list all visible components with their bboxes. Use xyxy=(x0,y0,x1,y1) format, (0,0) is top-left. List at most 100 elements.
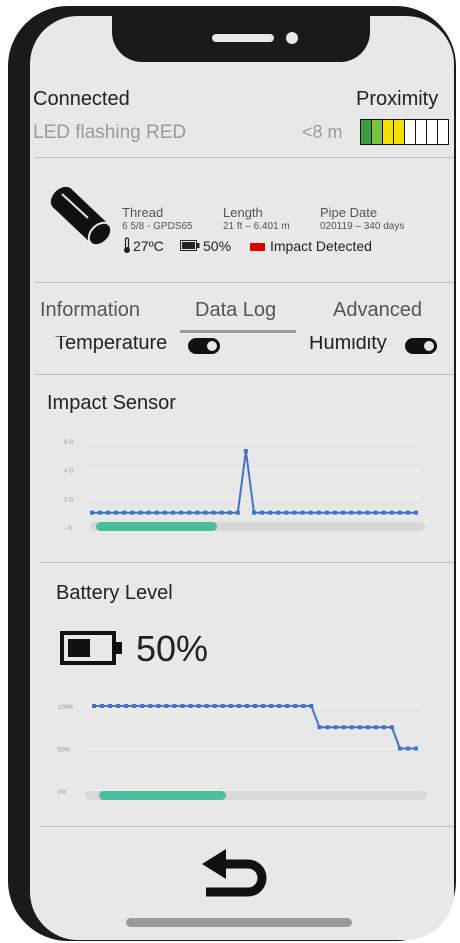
data-point xyxy=(132,704,137,708)
data-point xyxy=(260,510,265,515)
series-line xyxy=(92,450,416,514)
data-point xyxy=(146,510,151,515)
data-point xyxy=(90,510,94,515)
data-point xyxy=(114,510,119,515)
proximity-meter xyxy=(360,119,449,145)
data-point xyxy=(195,510,200,515)
proximity-segment xyxy=(372,120,383,144)
y-tick-label: - G xyxy=(64,526,73,532)
data-point xyxy=(365,510,370,515)
data-point xyxy=(92,704,96,708)
temperature-toggle-label: Temperature xyxy=(55,336,168,354)
data-point xyxy=(138,510,143,515)
proximity-segment xyxy=(427,120,438,144)
battery-small-icon xyxy=(180,240,200,251)
data-point xyxy=(211,510,216,515)
data-point xyxy=(349,510,354,515)
pipe-date-value: 020119 – 340 days xyxy=(320,221,405,232)
humidity-toggle[interactable] xyxy=(405,338,437,354)
tab-information[interactable]: Information xyxy=(40,299,140,322)
active-tab-indicator xyxy=(180,330,296,333)
y-tick-label: 0% xyxy=(58,790,67,796)
divider xyxy=(40,826,454,827)
data-point xyxy=(253,704,257,708)
impact-chart-scrollbar[interactable] xyxy=(90,522,425,531)
phone-frame: Connected LED flashing RED Proximity <8 … xyxy=(8,6,456,941)
battery-chart-scrollbar[interactable] xyxy=(85,791,427,800)
thermometer-icon xyxy=(124,237,130,253)
data-point xyxy=(381,510,386,515)
data-point xyxy=(308,510,313,515)
proximity-segment xyxy=(438,120,448,144)
data-point xyxy=(196,704,201,708)
y-tick-label: 2 G xyxy=(64,497,74,503)
data-point xyxy=(204,704,209,708)
battery-chart-scroll-thumb[interactable] xyxy=(99,791,226,800)
temperature-toggle[interactable] xyxy=(188,338,220,354)
data-point xyxy=(333,510,337,515)
app-screen: Connected LED flashing RED Proximity <8 … xyxy=(30,16,454,940)
impact-status: Impact Detected xyxy=(270,238,372,254)
data-point xyxy=(130,510,135,515)
pipe-icon xyxy=(50,186,113,247)
data-point xyxy=(98,510,103,515)
y-tick-label: 50% xyxy=(58,748,71,754)
data-point xyxy=(261,704,266,708)
home-indicator[interactable] xyxy=(126,918,352,927)
data-point xyxy=(269,704,274,708)
proximity-segment xyxy=(394,120,405,144)
data-point xyxy=(365,725,370,730)
data-point xyxy=(187,510,192,515)
data-point xyxy=(381,725,386,730)
y-tick-label: 6 G xyxy=(64,440,74,446)
data-point xyxy=(405,510,410,515)
y-tick-label: 4 G xyxy=(64,469,74,475)
proximity-value: <8 m xyxy=(302,122,343,142)
back-button[interactable] xyxy=(200,848,280,910)
tab-data-log[interactable]: Data Log xyxy=(195,299,276,322)
pipe-date-label: Pipe Date xyxy=(320,205,378,220)
data-point xyxy=(122,510,127,515)
data-point xyxy=(317,725,322,730)
data-point xyxy=(389,510,394,515)
data-point xyxy=(341,725,346,730)
impact-indicator-icon xyxy=(250,243,265,251)
data-point xyxy=(397,510,402,515)
data-point xyxy=(277,704,282,708)
humidity-toggle-label: Humidity xyxy=(309,336,387,354)
data-point xyxy=(284,510,289,515)
impact-chart-scroll-thumb[interactable] xyxy=(96,522,217,531)
data-point xyxy=(244,704,249,708)
data-point xyxy=(172,704,177,708)
data-point xyxy=(301,704,306,708)
temperature-value: 27ºC xyxy=(133,238,164,254)
data-point xyxy=(333,725,338,730)
data-point xyxy=(389,725,394,730)
data-point xyxy=(316,510,321,515)
y-tick-label: 100% xyxy=(58,705,74,711)
data-point xyxy=(228,704,233,708)
data-point xyxy=(268,510,273,515)
divider xyxy=(35,282,454,283)
data-point xyxy=(324,510,329,515)
data-point xyxy=(212,704,217,708)
data-point xyxy=(148,704,153,708)
data-point xyxy=(108,704,113,708)
data-point xyxy=(414,510,418,515)
data-point xyxy=(220,704,225,708)
data-point xyxy=(100,704,105,708)
notch xyxy=(112,16,370,62)
data-point xyxy=(357,725,362,730)
proximity-segment xyxy=(361,120,372,144)
data-point xyxy=(180,704,185,708)
data-point xyxy=(243,449,248,454)
speaker-icon xyxy=(212,34,274,42)
battery-level-value: 50% xyxy=(136,628,209,669)
data-point xyxy=(276,510,281,515)
camera-icon xyxy=(286,32,298,44)
data-point xyxy=(405,746,410,751)
battery-panel-title: Battery Level xyxy=(56,582,173,604)
tab-advanced[interactable]: Advanced xyxy=(333,299,422,322)
data-point xyxy=(171,510,175,515)
divider xyxy=(40,562,454,563)
